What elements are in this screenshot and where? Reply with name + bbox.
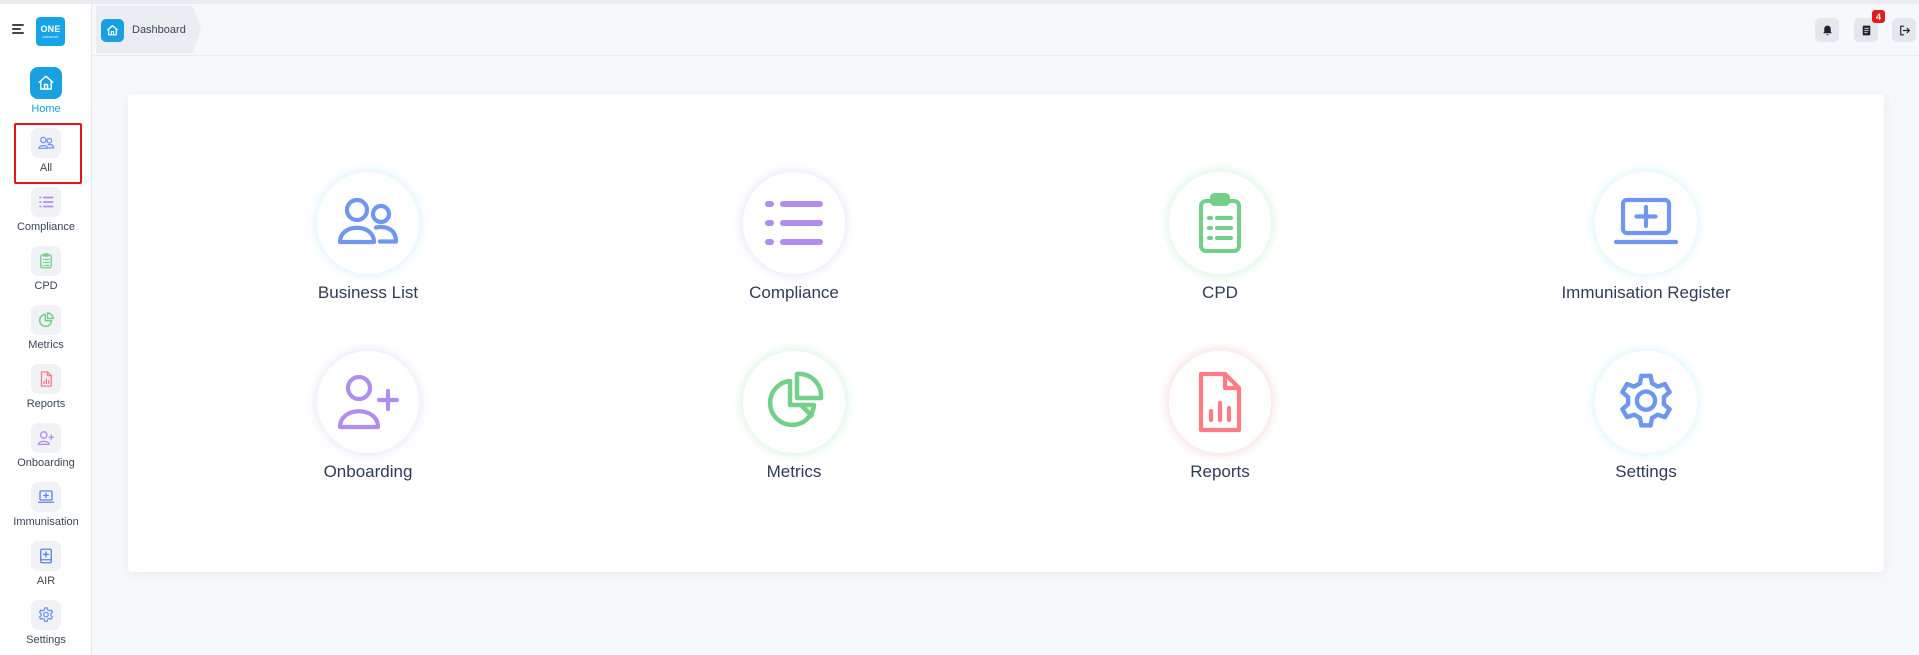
tile-reports[interactable]: Reports: [1080, 351, 1360, 501]
tile-metrics[interactable]: Metrics: [654, 351, 934, 501]
sidebar-item-label: CPD: [34, 280, 58, 292]
notifications-button[interactable]: [1815, 18, 1839, 42]
document-plus-icon: [31, 541, 61, 571]
sidebar-item-label: AIR: [36, 575, 56, 587]
pie-chart-icon: [743, 351, 845, 453]
users-icon: [317, 172, 419, 274]
tile-label: Onboarding: [323, 462, 413, 481]
notification-count-badge: 4: [1872, 10, 1885, 23]
breadcrumb-label: Dashboard: [132, 24, 186, 36]
tile-immunisation-register[interactable]: Immunisation Register: [1506, 172, 1786, 322]
sidebar-item-cpd[interactable]: CPD: [0, 246, 92, 298]
tile-business-list[interactable]: Business List: [228, 172, 508, 322]
list-icon: [743, 172, 845, 274]
sidebar-item-label: Metrics: [28, 339, 64, 351]
tile-settings[interactable]: Settings: [1506, 351, 1786, 501]
home-icon: [101, 19, 124, 42]
sidebar-item-label: Immunisation: [13, 516, 79, 528]
bell-icon: [1822, 25, 1832, 35]
tile-label: Business List: [317, 283, 419, 302]
sidebar-item-label: Onboarding: [17, 457, 75, 469]
top-header: Dashboard 4: [92, 4, 1919, 56]
user-plus-icon: [31, 423, 61, 453]
laptop-plus-icon: [31, 482, 61, 512]
sidebar-item-reports[interactable]: Reports: [0, 364, 92, 416]
sidebar-item-compliance[interactable]: Compliance: [0, 187, 92, 239]
sidebar-item-air[interactable]: AIR: [0, 541, 92, 593]
tile-label: Reports: [1190, 462, 1250, 481]
sidebar-item-home[interactable]: Home: [0, 67, 92, 119]
logout-button[interactable]: [1892, 18, 1916, 42]
tasks-button[interactable]: 4: [1854, 10, 1885, 42]
logout-icon: [1899, 25, 1910, 35]
sidebar-item-metrics[interactable]: Metrics: [0, 305, 92, 357]
clipboard-icon: [31, 246, 61, 276]
breadcrumb[interactable]: Dashboard: [96, 6, 201, 53]
gear-icon: [1595, 351, 1697, 453]
list-icon: [31, 187, 61, 217]
app-logo[interactable]: ONE PASSPORT: [36, 17, 65, 46]
sidebar-item-label: Home: [31, 103, 61, 115]
hamburger-menu-icon[interactable]: [12, 24, 24, 34]
sidebar-item-label: Compliance: [16, 221, 76, 233]
tile-label: Compliance: [749, 283, 839, 302]
tile-cpd[interactable]: CPD: [1080, 172, 1360, 322]
tile-compliance[interactable]: Compliance: [654, 172, 934, 322]
laptop-plus-icon: [1595, 172, 1697, 274]
home-icon: [30, 67, 62, 99]
tile-label: Settings: [1615, 462, 1677, 481]
gear-icon: [31, 600, 61, 630]
sidebar-item-label: Reports: [26, 398, 66, 410]
clipboard-icon: [1169, 172, 1271, 274]
report-file-icon: [1169, 351, 1271, 453]
dashboard-card: Business List Compliance CPD Immunisatio…: [128, 94, 1884, 572]
sidebar-item-onboarding[interactable]: Onboarding: [0, 423, 92, 475]
sidebar-item-settings[interactable]: Settings: [0, 600, 92, 652]
tile-label: CPD: [1202, 283, 1238, 302]
document-list-icon: [1862, 25, 1870, 35]
report-file-icon: [31, 364, 61, 394]
pie-chart-icon: [31, 305, 61, 335]
user-plus-icon: [317, 351, 419, 453]
tile-label: Immunisation Register: [1561, 283, 1731, 302]
tile-label: Metrics: [766, 462, 822, 481]
sidebar-item-label: Settings: [26, 634, 66, 646]
sidebar: ONE PASSPORT Home All Compliance CPD Met…: [0, 4, 92, 655]
tile-onboarding[interactable]: Onboarding: [228, 351, 508, 501]
sidebar-item-immunisation[interactable]: Immunisation: [0, 482, 92, 534]
selection-highlight-box: [14, 123, 82, 184]
